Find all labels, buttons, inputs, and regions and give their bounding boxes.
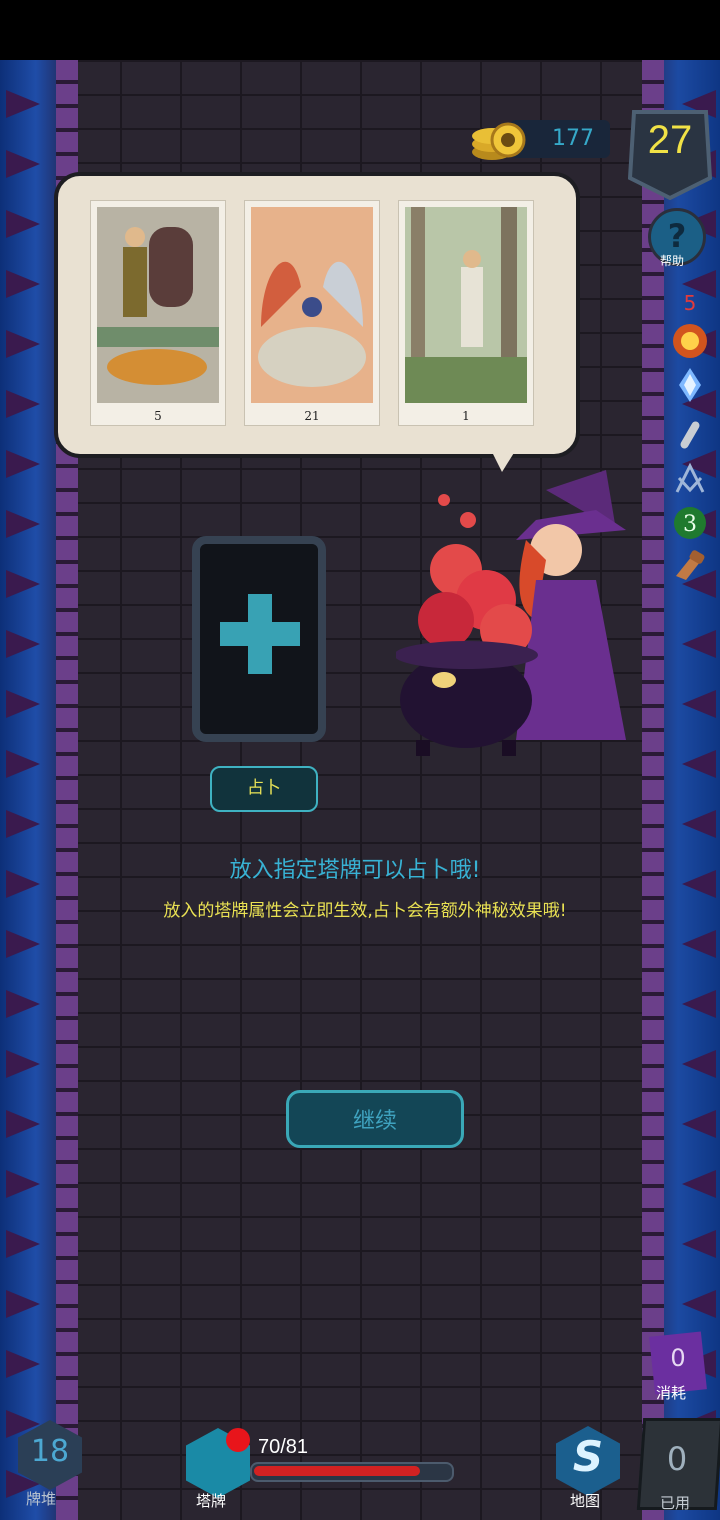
wall-spike bbox=[682, 990, 716, 1018]
wall-spike bbox=[6, 930, 40, 958]
deck-label: 牌堆 bbox=[26, 1490, 57, 1508]
wall-spike bbox=[6, 1230, 40, 1258]
relic-badge-count: 5 bbox=[683, 291, 697, 315]
divine-title: 放入指定塔牌可以占卜哦! bbox=[229, 858, 481, 883]
wall-spike bbox=[6, 1050, 40, 1078]
wall-spike bbox=[682, 810, 716, 838]
tarot-card[interactable]: 1 bbox=[398, 200, 534, 426]
wall-spike bbox=[6, 210, 40, 238]
coins-count: 177 bbox=[552, 126, 594, 151]
speech-bubble-tail bbox=[486, 440, 522, 472]
left-backdrop bbox=[0, 60, 60, 1520]
wall-spike bbox=[682, 1290, 716, 1318]
vial-icon[interactable] bbox=[670, 416, 710, 454]
consumed-label: 消耗 bbox=[656, 1384, 687, 1402]
tarot-card[interactable]: 5 bbox=[90, 200, 226, 426]
card-art-forest bbox=[405, 207, 527, 403]
card-number: 21 bbox=[304, 409, 320, 423]
hp-bar-fill bbox=[254, 1466, 420, 1476]
witch-with-cauldron-illustration bbox=[396, 470, 626, 756]
plus-icon-bar bbox=[220, 622, 300, 646]
wall-spike bbox=[682, 1170, 716, 1198]
tarot-label: 塔牌 bbox=[196, 1492, 227, 1510]
wall-spike bbox=[682, 690, 716, 718]
wall-spike bbox=[6, 390, 40, 418]
card-art-dragons bbox=[251, 207, 373, 403]
divine-description: 放入的塔牌属性会立即生效,占卜会有额外神秘效果哦! bbox=[163, 901, 567, 921]
wall-spike bbox=[6, 990, 40, 1018]
divine-button[interactable]: 占卜 bbox=[210, 766, 318, 812]
wall-spike bbox=[6, 810, 40, 838]
wall-spike bbox=[6, 1290, 40, 1318]
hp-text: 70/81 bbox=[258, 1436, 309, 1458]
map-label: 地图 bbox=[570, 1492, 601, 1510]
wall-spike bbox=[682, 1110, 716, 1138]
fire-orb-icon[interactable] bbox=[670, 322, 710, 360]
gold-coins-icon bbox=[472, 122, 526, 160]
relic-badge-icon[interactable]: 5 bbox=[670, 284, 710, 322]
wall-spike bbox=[6, 150, 40, 178]
card-number: 1 bbox=[462, 409, 470, 423]
deck-count: 18 bbox=[30, 1434, 70, 1469]
wall-spike bbox=[6, 90, 40, 118]
wall-spike bbox=[6, 630, 40, 658]
map-icon: S bbox=[572, 1432, 604, 1481]
right-pillar bbox=[642, 60, 664, 1520]
card-art-knight bbox=[97, 207, 219, 403]
wall-spike bbox=[6, 510, 40, 538]
help-label: 帮助 bbox=[660, 254, 685, 268]
status-bar bbox=[0, 0, 720, 60]
wall-spike bbox=[6, 570, 40, 598]
tarot-card[interactable]: 21 bbox=[244, 200, 380, 426]
wall-spike bbox=[6, 450, 40, 478]
hp-bar bbox=[250, 1462, 454, 1482]
floor-number: 27 bbox=[647, 118, 693, 162]
svg-text:3: 3 bbox=[683, 512, 697, 537]
card-slot[interactable] bbox=[192, 536, 326, 742]
wall-spike bbox=[6, 330, 40, 358]
wall-spike bbox=[682, 1050, 716, 1078]
wall-spike bbox=[6, 750, 40, 778]
wall-spike bbox=[682, 630, 716, 658]
wall-spike bbox=[6, 270, 40, 298]
wall-spike bbox=[6, 1350, 40, 1378]
wall-spike bbox=[6, 1110, 40, 1138]
green-rune-icon[interactable]: 3 bbox=[670, 504, 710, 542]
wall-spike bbox=[6, 690, 40, 718]
compass-square-icon[interactable] bbox=[670, 460, 710, 498]
wall-spike bbox=[682, 750, 716, 778]
consumed-count: 0 bbox=[670, 1344, 686, 1372]
used-count: 0 bbox=[666, 1440, 688, 1478]
wall-spike bbox=[682, 870, 716, 898]
used-label: 已用 bbox=[660, 1494, 691, 1512]
wall-spike bbox=[6, 1170, 40, 1198]
wall-spike bbox=[682, 930, 716, 958]
crystal-icon[interactable] bbox=[670, 366, 710, 404]
wall-spike bbox=[6, 870, 40, 898]
continue-button[interactable]: 继续 bbox=[286, 1090, 464, 1148]
card-number: 5 bbox=[154, 409, 162, 423]
wall-spike bbox=[682, 1230, 716, 1258]
leather-boot-icon[interactable] bbox=[670, 548, 710, 586]
notification-dot bbox=[226, 1428, 250, 1452]
